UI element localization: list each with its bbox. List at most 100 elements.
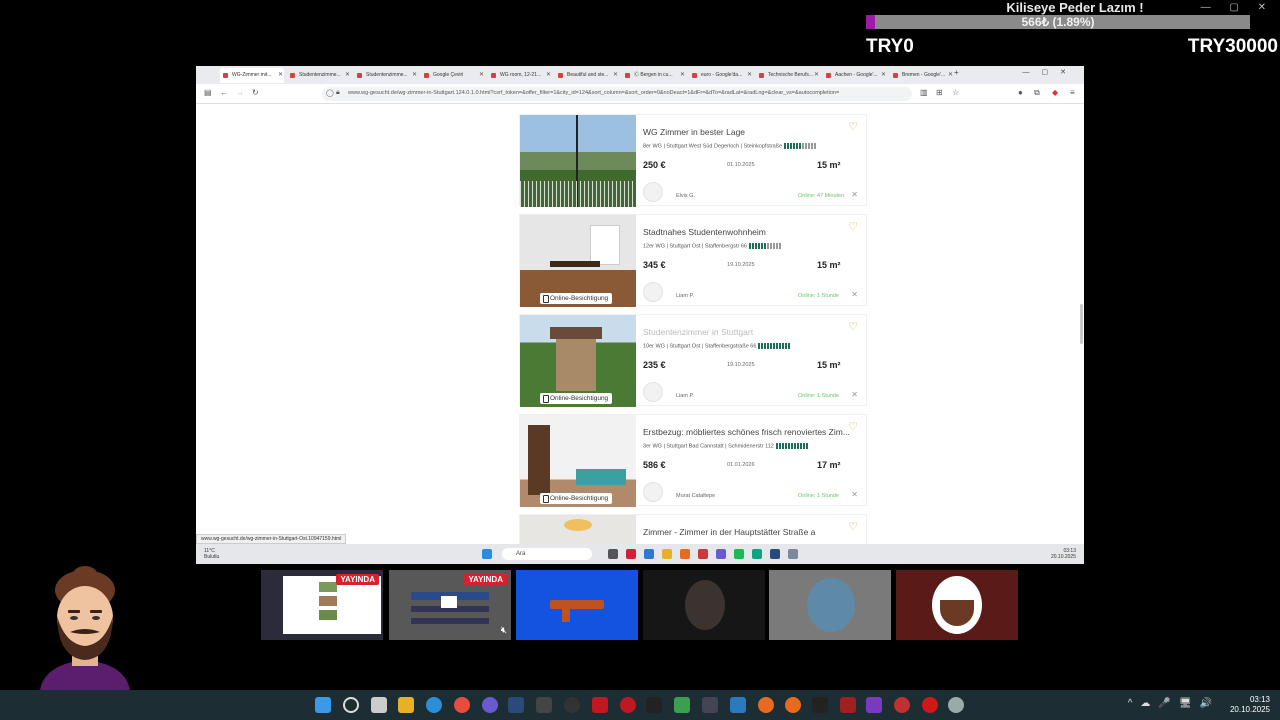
app-icon-1[interactable] xyxy=(536,697,552,713)
task-view-icon[interactable] xyxy=(371,697,387,713)
favorite-heart-icon[interactable]: ♡ xyxy=(848,120,858,133)
window-thumbnail-1[interactable]: YAYINDA xyxy=(261,570,383,640)
account-icon[interactable]: ● xyxy=(1018,88,1023,97)
app-icon-12[interactable] xyxy=(922,697,938,713)
browser-tab[interactable]: Aachen - Google'... ✕ xyxy=(823,68,887,83)
hide-listing-close-icon[interactable]: ✕ xyxy=(851,190,858,199)
app-icon-11[interactable] xyxy=(894,697,910,713)
sidebar-icon[interactable]: ▤ xyxy=(204,88,212,97)
browser-tab[interactable]: Technische Berufs... ✕ xyxy=(756,68,820,83)
app-icon-3[interactable] xyxy=(592,697,608,713)
steam-icon[interactable] xyxy=(508,697,524,713)
listing-title[interactable]: Stadtnahes Studentenwohnheim xyxy=(643,227,766,237)
window-thumbnail-6[interactable] xyxy=(896,570,1018,640)
search-icon[interactable] xyxy=(343,697,359,713)
star-icon[interactable]: ☆ xyxy=(952,88,959,97)
reader-icon[interactable]: ▥ xyxy=(920,88,928,97)
window-thumbnail-4[interactable] xyxy=(643,570,765,640)
reload-icon[interactable]: ↻ xyxy=(252,88,259,97)
browser-tab[interactable]: Beautiful and ste... ✕ xyxy=(555,68,619,83)
inner-discord-icon[interactable] xyxy=(716,549,726,559)
favorite-heart-icon[interactable]: ♡ xyxy=(848,320,858,333)
inner-folder-icon[interactable] xyxy=(662,549,672,559)
inner-steam-icon[interactable] xyxy=(770,549,780,559)
listing-card[interactable]: WG Zimmer in bester Lage ♡ 8er WG | Stuttg… xyxy=(519,114,867,207)
app-icon-4[interactable] xyxy=(674,697,690,713)
browser-tab[interactable]: euro - Google'da... ✕ xyxy=(689,68,753,83)
tab-close-icon[interactable]: ✕ xyxy=(479,68,484,83)
menu-icon[interactable]: ≡ xyxy=(1070,88,1075,97)
tab-close-icon[interactable]: ✕ xyxy=(948,68,953,83)
listing-photo[interactable] xyxy=(520,515,636,544)
inner-app-icon-6[interactable] xyxy=(788,549,798,559)
listing-title[interactable]: WG Zimmer in bester Lage xyxy=(643,127,745,137)
hide-listing-close-icon[interactable]: ✕ xyxy=(851,490,858,499)
tab-close-icon[interactable]: ✕ xyxy=(814,68,819,83)
shield-icon[interactable]: ◯ xyxy=(326,89,334,97)
file-explorer-icon[interactable] xyxy=(398,697,414,713)
edge-icon[interactable] xyxy=(426,697,442,713)
tab-close-icon[interactable]: ✕ xyxy=(412,68,417,83)
favorite-heart-icon[interactable]: ♡ xyxy=(848,220,858,233)
lock-icon[interactable]: 🔒︎ xyxy=(336,89,340,97)
browser-tab[interactable]: Google Çeviri ✕ xyxy=(421,68,485,83)
tab-close-icon[interactable]: ✕ xyxy=(881,68,886,83)
taskbar-clock[interactable]: 03:13 20.10.2025 xyxy=(1230,695,1270,715)
listing-title[interactable]: Studentenzimmer in Stuttgart xyxy=(643,327,753,337)
listing-photo[interactable] xyxy=(520,115,636,207)
app-icon-2[interactable] xyxy=(564,697,580,713)
browser-tab[interactable]: Studentenzimme... ✕ xyxy=(354,68,418,83)
extension-red-icon[interactable]: ◆ xyxy=(1052,88,1058,97)
mute-icon[interactable]: 🔇︎ xyxy=(501,625,507,636)
listing-card[interactable]: Zimmer - Zimmer in der Hauptstätter Stra… xyxy=(519,514,867,544)
browser-tab[interactable]: WG room, 12-21... ✕ xyxy=(488,68,552,83)
inner-app-icon-2[interactable] xyxy=(626,549,636,559)
listing-card[interactable]: Online-Besichtigung Stadtnahes Studentenw… xyxy=(519,214,867,307)
listing-title[interactable]: Erstbezug: möbliertes schönes frisch ren… xyxy=(643,427,850,437)
app-icon-8[interactable] xyxy=(812,697,828,713)
inner-search-box[interactable]: Ara xyxy=(502,548,592,560)
tab-close-icon[interactable]: ✕ xyxy=(345,68,350,83)
browser-tab[interactable]: Ⓒ Bergen in cu... ✕ xyxy=(622,68,686,83)
discord-icon[interactable] xyxy=(482,697,498,713)
browser-tab[interactable]: Studentenzimme... ✕ xyxy=(287,68,351,83)
tab-close-icon[interactable]: ✕ xyxy=(278,68,283,83)
settings-icon[interactable] xyxy=(948,697,964,713)
inner-clock[interactable]: 03:13 20.10.2025 xyxy=(1051,548,1076,560)
url-text[interactable]: www.wg-gesucht.de/wg-zimmer-in-Stuttgart… xyxy=(348,90,908,96)
obs-icon[interactable] xyxy=(620,697,636,713)
window-thumbnail-5[interactable] xyxy=(769,570,891,640)
forward-icon[interactable]: → xyxy=(236,88,244,97)
window-controls[interactable]: —▢✕ xyxy=(1023,68,1078,76)
extensions-icon[interactable]: ⧉ xyxy=(1034,88,1040,98)
browser-tab[interactable]: Bremen - Google'... ✕ xyxy=(890,68,954,83)
inner-app-icon-4[interactable] xyxy=(698,549,708,559)
firefox-icon[interactable] xyxy=(785,697,801,713)
inner-start-icon[interactable] xyxy=(482,549,492,559)
hide-listing-close-icon[interactable]: ✕ xyxy=(851,390,858,399)
listing-card[interactable]: Online-Besichtigung Erstbezug: möbliertes… xyxy=(519,414,867,507)
tab-close-icon[interactable]: ✕ xyxy=(613,68,618,83)
browser-tab[interactable]: WG-Zimmer mit... ✕ xyxy=(220,68,284,83)
back-icon[interactable]: ← xyxy=(220,88,228,97)
host-window-controls[interactable]: — ▢ ✕ xyxy=(1201,2,1274,13)
favorite-heart-icon[interactable]: ♡ xyxy=(848,520,858,533)
window-thumbnail-3[interactable] xyxy=(516,570,638,640)
app-icon-5[interactable] xyxy=(702,697,718,713)
scrollbar[interactable] xyxy=(1080,304,1083,344)
windows-start-icon[interactable] xyxy=(315,697,331,713)
app-icon-9[interactable] xyxy=(840,697,856,713)
chrome-icon[interactable] xyxy=(454,697,470,713)
listing-photo[interactable]: Online-Besichtigung xyxy=(520,215,636,307)
inner-spotify-icon[interactable] xyxy=(734,549,744,559)
listing-photo[interactable]: Online-Besichtigung xyxy=(520,315,636,407)
favorite-heart-icon[interactable]: ♡ xyxy=(848,420,858,433)
app-icon-10[interactable] xyxy=(866,697,882,713)
inner-firefox-icon[interactable] xyxy=(680,549,690,559)
tab-close-icon[interactable]: ✕ xyxy=(680,68,685,83)
listing-title[interactable]: Zimmer - Zimmer in der Hauptstätter Stra… xyxy=(643,527,815,537)
inner-app-icon-5[interactable] xyxy=(752,549,762,559)
translate-icon[interactable]: ⊞ xyxy=(936,88,943,97)
system-tray[interactable]: ^☁🎤🖥🔊 xyxy=(1128,698,1220,709)
tab-close-icon[interactable]: ✕ xyxy=(747,68,752,83)
